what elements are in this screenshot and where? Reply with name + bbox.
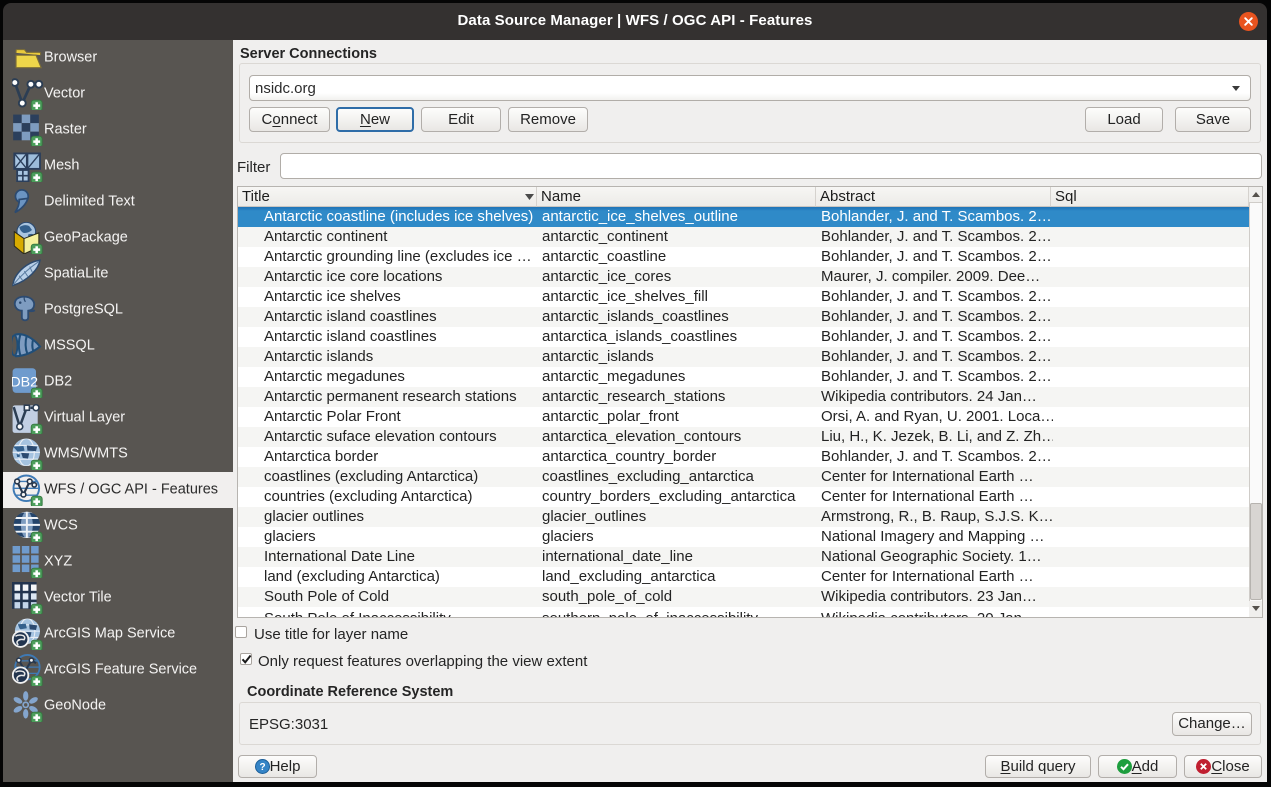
svg-text:?: ? [259,762,265,773]
